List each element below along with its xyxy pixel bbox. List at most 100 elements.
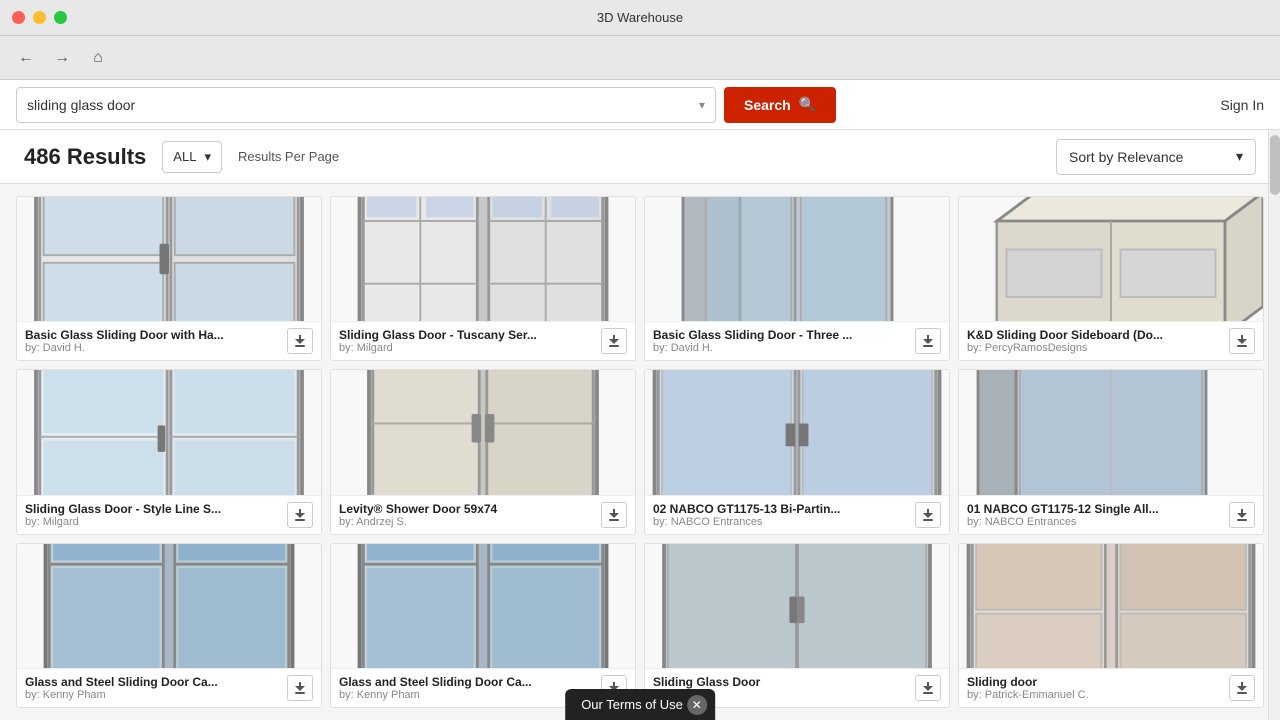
grid-item[interactable]: Glass and Steel Sliding Door Ca... by: K… xyxy=(330,543,636,708)
item-info: Basic Glass Sliding Door - Three ... by:… xyxy=(645,321,949,360)
item-author: by: NABCO Entrances xyxy=(653,516,915,528)
item-text: Basic Glass Sliding Door - Three ... by:… xyxy=(653,328,915,354)
item-title: Levity® Shower Door 59x74 xyxy=(339,502,559,516)
sort-dropdown-icon: ▾ xyxy=(1236,148,1243,165)
terms-banner: Our Terms of Use ✕ xyxy=(565,689,715,720)
search-dropdown-icon[interactable]: ▾ xyxy=(699,98,705,112)
item-info: Sliding Glass Door - Style Line S... by:… xyxy=(17,495,321,534)
item-image xyxy=(331,544,635,668)
close-button[interactable] xyxy=(12,11,25,24)
item-info: Basic Glass Sliding Door with Ha... by: … xyxy=(17,321,321,360)
item-title: 01 NABCO GT1175-12 Single All... xyxy=(967,502,1187,516)
item-image xyxy=(645,544,949,668)
item-title: Basic Glass Sliding Door with Ha... xyxy=(25,328,245,342)
maximize-button[interactable] xyxy=(54,11,67,24)
item-info: 02 NABCO GT1175-13 Bi-Partin... by: NABC… xyxy=(645,495,949,534)
nav-bar: ← → ⌂ xyxy=(0,36,1280,80)
back-button[interactable]: ← xyxy=(12,44,40,72)
app-title: 3D Warehouse xyxy=(597,10,683,25)
filter-dropdown-icon: ▾ xyxy=(204,149,211,165)
grid-item[interactable]: 01 NABCO GT1175-12 Single All... by: NAB… xyxy=(958,369,1264,534)
item-author: by: Kenny Pham xyxy=(25,689,287,701)
item-author: by: NABCO Entrances xyxy=(967,516,1229,528)
results-grid: Basic Glass Sliding Door with Ha... by: … xyxy=(0,184,1280,720)
item-text: Glass and Steel Sliding Door Ca... by: K… xyxy=(25,675,287,701)
item-info: Levity® Shower Door 59x74 by: Andrzej S. xyxy=(331,495,635,534)
item-info: Sliding door by: Patrick-Emmanuel C. xyxy=(959,668,1263,707)
grid-item[interactable]: 02 NABCO GT1175-13 Bi-Partin... by: NABC… xyxy=(644,369,950,534)
item-author: by: PercyRamosDesigns xyxy=(967,342,1229,354)
grid-item[interactable]: Basic Glass Sliding Door with Ha... by: … xyxy=(16,196,322,361)
filter-all-label: ALL xyxy=(173,149,196,164)
item-title: Basic Glass Sliding Door - Three ... xyxy=(653,328,873,342)
item-text: Sliding Glass Door - Style Line S... by:… xyxy=(25,502,287,528)
download-button[interactable] xyxy=(287,328,313,354)
results-count: 486 Results xyxy=(24,144,146,170)
item-info: K&D Sliding Door Sideboard (Do... by: Pe… xyxy=(959,321,1263,360)
title-bar: 3D Warehouse xyxy=(0,0,1280,36)
item-text: 02 NABCO GT1175-13 Bi-Partin... by: NABC… xyxy=(653,502,915,528)
item-image xyxy=(17,197,321,321)
search-input[interactable] xyxy=(27,97,699,113)
item-image: ····· xyxy=(17,544,321,668)
search-button[interactable]: Search 🔍 xyxy=(724,87,836,123)
terms-close-button[interactable]: ✕ xyxy=(687,695,707,715)
item-text: Sliding Glass Door - Tuscany Ser... by: … xyxy=(339,328,601,354)
grid-item[interactable]: ····· Glass and Steel Sliding Door Ca...… xyxy=(16,543,322,708)
grid-item[interactable]: Sliding Glass Door - Tuscany Ser... by: … xyxy=(330,196,636,361)
item-author: by: Andrzej S. xyxy=(339,516,601,528)
item-text: Sliding door by: Patrick-Emmanuel C. xyxy=(967,675,1229,701)
item-info: Sliding Glass Door - Tuscany Ser... by: … xyxy=(331,321,635,360)
grid-item[interactable]: K&D Sliding Door Sideboard (Do... by: Pe… xyxy=(958,196,1264,361)
item-title: Glass and Steel Sliding Door Ca... xyxy=(25,675,245,689)
item-info: 01 NABCO GT1175-12 Single All... by: NAB… xyxy=(959,495,1263,534)
item-info: Glass and Steel Sliding Door Ca... by: K… xyxy=(17,668,321,707)
item-text: Levity® Shower Door 59x74 by: Andrzej S. xyxy=(339,502,601,528)
search-input-wrapper: ▾ xyxy=(16,87,716,123)
results-header: 486 Results ALL ▾ Results Per Page Sort … xyxy=(0,130,1280,184)
item-title: Sliding Glass Door - Style Line S... xyxy=(25,502,245,516)
download-button[interactable] xyxy=(601,502,627,528)
item-image xyxy=(959,370,1263,494)
download-button[interactable] xyxy=(1229,502,1255,528)
grid-item[interactable]: Basic Glass Sliding Door - Three ... by:… xyxy=(644,196,950,361)
window-controls xyxy=(12,11,67,24)
search-button-label: Search xyxy=(744,97,791,113)
grid-item[interactable]: Sliding Glass Door - Style Line S... by:… xyxy=(16,369,322,534)
item-author: by: David H. xyxy=(653,342,915,354)
download-button[interactable] xyxy=(287,502,313,528)
download-button[interactable] xyxy=(601,328,627,354)
item-image xyxy=(17,370,321,494)
item-title: 02 NABCO GT1175-13 Bi-Partin... xyxy=(653,502,873,516)
download-button[interactable] xyxy=(915,502,941,528)
minimize-button[interactable] xyxy=(33,11,46,24)
item-title: Sliding door xyxy=(967,675,1187,689)
download-button[interactable] xyxy=(915,675,941,701)
item-author: by: David H. xyxy=(25,342,287,354)
item-title: Sliding Glass Door xyxy=(653,675,873,689)
results-per-page-label: Results Per Page xyxy=(238,149,339,164)
item-text: Basic Glass Sliding Door with Ha... by: … xyxy=(25,328,287,354)
filter-all-dropdown[interactable]: ALL ▾ xyxy=(162,141,222,173)
item-author: by: Milgard xyxy=(25,516,287,528)
scrollbar[interactable] xyxy=(1268,130,1280,720)
sign-in-link[interactable]: Sign In xyxy=(1220,97,1264,113)
home-button[interactable]: ⌂ xyxy=(84,44,112,72)
grid-item[interactable]: Levity® Shower Door 59x74 by: Andrzej S. xyxy=(330,369,636,534)
grid-item[interactable]: Sliding door by: Patrick-Emmanuel C. xyxy=(958,543,1264,708)
download-button[interactable] xyxy=(287,675,313,701)
scrollbar-thumb[interactable] xyxy=(1270,135,1280,195)
sort-dropdown[interactable]: Sort by Relevance ▾ xyxy=(1056,139,1256,175)
item-image xyxy=(959,197,1263,321)
search-icon: 🔍 xyxy=(799,96,816,113)
terms-label: Our Terms of Use xyxy=(581,697,683,712)
grid-item[interactable]: Sliding Glass Door by: xyxy=(644,543,950,708)
download-button[interactable] xyxy=(1229,675,1255,701)
forward-button[interactable]: → xyxy=(48,44,76,72)
download-button[interactable] xyxy=(915,328,941,354)
download-button[interactable] xyxy=(1229,328,1255,354)
item-image xyxy=(331,370,635,494)
item-image xyxy=(959,544,1263,668)
item-text: K&D Sliding Door Sideboard (Do... by: Pe… xyxy=(967,328,1229,354)
item-text: Glass and Steel Sliding Door Ca... by: K… xyxy=(339,675,601,701)
